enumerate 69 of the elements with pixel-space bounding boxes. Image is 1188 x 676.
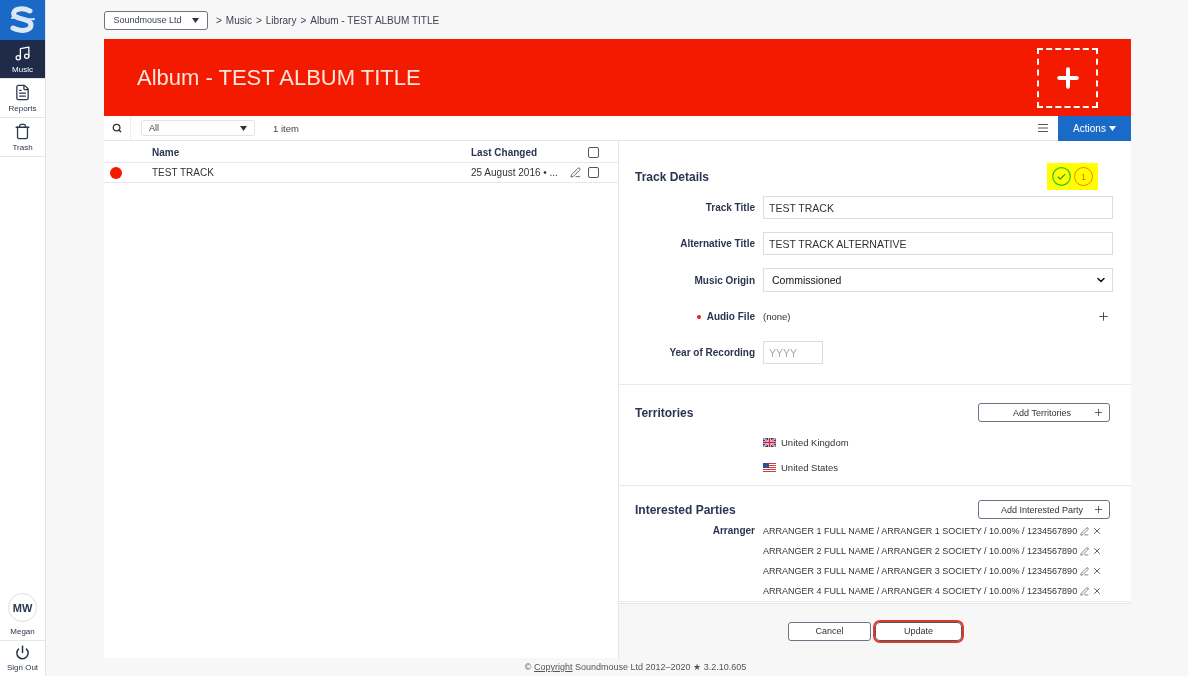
plus-icon: [1093, 407, 1104, 418]
caret-icon: [240, 125, 247, 131]
close-icon[interactable]: [1092, 586, 1103, 596]
list-view-button[interactable]: [1037, 122, 1049, 134]
checkbox[interactable]: [588, 147, 599, 158]
close-icon[interactable]: [1092, 566, 1103, 576]
breadcrumb-link[interactable]: Album - TEST ALBUM TITLE: [310, 14, 440, 26]
cancel-button[interactable]: Cancel: [788, 621, 871, 641]
filter-dropdown[interactable]: All: [141, 120, 255, 136]
breadcrumb-link[interactable]: Library: [265, 14, 297, 26]
caret-icon: [191, 17, 199, 23]
party-entry: ARRANGER 1 FULL NAME / ARRANGER 1 SOCIETY / 10.00% / 1234567890: [763, 526, 1078, 536]
user-name: Megan: [10, 627, 35, 636]
column-header[interactable]: Last Changed: [471, 147, 570, 158]
dropdown-field[interactable]: Commissioned: [763, 268, 1113, 292]
item-count: 1 item: [273, 122, 299, 134]
flag-icon: [763, 462, 776, 472]
account-dropdown[interactable]: Soundmouse Ltd: [104, 10, 208, 30]
flag-icon: [763, 437, 776, 447]
update-button[interactable]: Update: [873, 619, 964, 643]
role-label: Arranger: [711, 524, 755, 538]
checkbox[interactable]: [588, 167, 599, 178]
close-icon[interactable]: [1092, 546, 1103, 556]
breadcrumb-link[interactable]: Music: [225, 14, 252, 26]
column-header[interactable]: Name: [152, 147, 471, 158]
territory-name: United States: [781, 461, 839, 473]
field-label: Music Origin: [694, 274, 755, 286]
user-avatar[interactable]: MW: [8, 593, 37, 622]
copyright-text: © Copyright Soundmouse Ltd 2012–2020 ★ 3.2.10.605: [524, 662, 747, 672]
page-title: Album - TEST ALBUM TITLE: [137, 64, 421, 91]
file-value: (none): [763, 311, 791, 322]
breadcrumb-separator: >: [255, 14, 262, 26]
text-field[interactable]: TEST TRACK: [763, 196, 1113, 219]
field-label: Year of Recording: [669, 347, 755, 358]
trash-icon: [14, 122, 31, 140]
logo-icon[interactable]: [0, 0, 45, 40]
last-changed-date: 25 August 2016 • ...: [471, 167, 559, 178]
close-icon[interactable]: [1092, 526, 1103, 536]
text-field[interactable]: TEST TRACK ALTERNATIVE: [763, 232, 1113, 255]
field-label: Track Title: [705, 202, 755, 213]
field-label: Audio File: [706, 311, 755, 322]
party-entry: ARRANGER 2 FULL NAME / ARRANGER 2 SOCIETY / 10.00% / 1234567890: [763, 546, 1078, 556]
breadcrumb-separator: >: [216, 14, 222, 26]
text-field[interactable]: YYYY: [763, 341, 823, 364]
field-label: Alternative Title: [680, 238, 755, 249]
pencil-icon[interactable]: [570, 167, 581, 178]
add-interested-party-button[interactable]: Add Interested Party: [978, 500, 1110, 519]
caret-icon: [1108, 125, 1116, 131]
section-title: Interested Parties: [635, 502, 736, 517]
power-icon: [15, 645, 30, 660]
add-territories-button[interactable]: Add Territories: [978, 403, 1110, 422]
breadcrumb-separator: >: [300, 14, 307, 26]
plus-icon: [1093, 504, 1104, 515]
party-entry: ARRANGER 3 FULL NAME / ARRANGER 3 SOCIETY / 10.00% / 1234567890: [763, 566, 1078, 576]
track-name: TEST TRACK: [152, 167, 215, 178]
plus-icon[interactable]: [1097, 310, 1110, 323]
section-title: Track Details: [635, 169, 710, 184]
check-circle-icon: [1052, 167, 1071, 186]
list-icon: [1037, 122, 1049, 134]
sidebar-item[interactable]: Music: [0, 40, 45, 79]
document-icon: [14, 83, 31, 101]
copyright-link[interactable]: Copyright: [534, 662, 573, 672]
section-title: Territories: [635, 405, 694, 420]
territory-name: United Kingdom: [781, 436, 849, 448]
music-note-icon: [14, 44, 31, 62]
add-button[interactable]: [1037, 47, 1098, 108]
party-entry: ARRANGER 4 FULL NAME / ARRANGER 4 SOCIETY / 10.00% / 1234567890: [763, 586, 1078, 596]
search-icon[interactable]: [112, 123, 122, 133]
actions-button[interactable]: Actions: [1058, 115, 1131, 141]
